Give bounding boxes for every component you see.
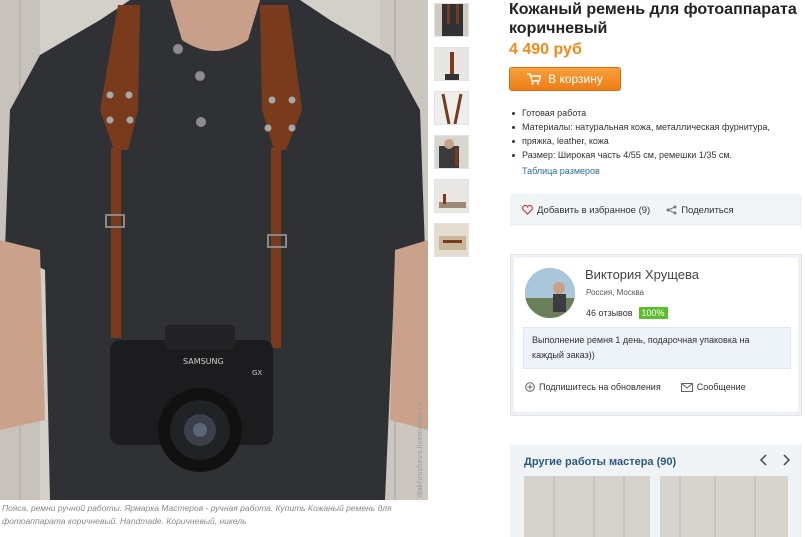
seller-location: Россия, Москва xyxy=(586,288,644,297)
chevron-left-icon[interactable] xyxy=(756,452,772,468)
share-label: Поделиться xyxy=(681,204,734,216)
seller-note: Выполнение ремня 1 день, подарочная упак… xyxy=(523,327,791,369)
product-info: Кожаный ремень для фотоаппарата коричнев… xyxy=(509,0,805,176)
product-price: 4 490 руб xyxy=(509,41,582,58)
thumbnail-6[interactable] xyxy=(434,223,469,257)
subscribe-button[interactable]: Подпишитесь на обновления xyxy=(525,382,661,392)
reviews-count[interactable]: 46 отзывов xyxy=(586,308,633,318)
message-label: Сообщение xyxy=(696,382,746,392)
favorites-label: Добавить в избранное (9) xyxy=(537,204,651,216)
seller-links: Подпишитесь на обновления Сообщение xyxy=(525,382,746,392)
thumbnail-4[interactable] xyxy=(434,135,469,169)
other-work-thumbnail-1[interactable] xyxy=(524,476,650,537)
camera-brand-text: SAMSUNG xyxy=(183,357,224,366)
rating-badge: 100% xyxy=(638,307,668,319)
chevron-right-icon[interactable] xyxy=(778,452,794,468)
share-icon xyxy=(666,205,677,215)
thumbnail-strip xyxy=(434,3,470,267)
product-title: Кожаный ремень для фотоаппарата коричнев… xyxy=(509,0,805,38)
thumbnail-2[interactable] xyxy=(434,47,469,81)
cart-icon xyxy=(527,73,542,85)
feature-item: Материалы: натуральная кожа, металлическ… xyxy=(509,120,805,134)
caption-line-2: фотоаппарата коричневый. Handmade. Корич… xyxy=(2,516,247,526)
add-to-cart-label: В корзину xyxy=(548,72,603,86)
add-to-cart-button[interactable]: В корзину xyxy=(509,67,621,91)
product-actions-bar: Добавить в избранное (9) Поделиться xyxy=(510,194,802,226)
thumbnail-3[interactable] xyxy=(434,91,469,125)
caption-line-1: Пояса, ремни ручной работы. Ярмарка Маст… xyxy=(2,503,392,513)
feature-item: Размер: Широкая часть 4/55 см, ремешки 1… xyxy=(509,148,805,162)
size-table-link[interactable]: Таблица размеров xyxy=(522,166,805,176)
seller-note-line-2: каждый заказ)) xyxy=(532,350,595,360)
seller-note-line-1: Выполнение ремня 1 день, подарочная упак… xyxy=(532,335,750,345)
plus-circle-icon xyxy=(525,382,535,392)
seller-avatar[interactable] xyxy=(525,268,575,318)
heart-icon xyxy=(522,205,533,215)
camera-model-text: GX xyxy=(252,369,262,377)
other-works-panel: Другие работы мастера (90) xyxy=(510,444,802,537)
thumbnail-1[interactable] xyxy=(434,3,469,37)
other-work-thumbnail-2[interactable] xyxy=(660,476,788,537)
photo-caption: Пояса, ремни ручной работы. Ярмарка Маст… xyxy=(2,502,422,528)
seller-card-inner: Виктория Хрущева Россия, Москва 46 отзыв… xyxy=(514,258,798,412)
seller-reviews: 46 отзывов 100% xyxy=(586,307,668,319)
other-works-title[interactable]: Другие работы мастера (90) xyxy=(524,456,676,468)
add-to-favorites-button[interactable]: Добавить в избранное (9) xyxy=(522,205,650,216)
share-button[interactable]: Поделиться xyxy=(666,204,734,216)
feature-item: Готовая работа xyxy=(509,106,805,120)
thumbnail-5[interactable] xyxy=(434,179,469,213)
main-product-photo[interactable]: SAMSUNG GX Wakhrusheva.livemaster.ru xyxy=(0,0,428,500)
seller-name[interactable]: Виктория Хрущева xyxy=(585,267,699,282)
watermark-text: Wakhrusheva.livemaster.ru xyxy=(416,402,424,498)
product-title-line-2: коричневый xyxy=(509,20,608,37)
message-button[interactable]: Сообщение xyxy=(680,382,746,392)
seller-card: Виктория Хрущева Россия, Москва 46 отзыв… xyxy=(510,254,802,416)
product-page: SAMSUNG GX Wakhrusheva.livemaster.ru Поя… xyxy=(0,0,805,537)
envelope-icon xyxy=(680,382,693,392)
feature-item-continued: пряжка, leather, кожа xyxy=(509,134,805,148)
subscribe-label: Подпишитесь на обновления xyxy=(539,382,661,392)
product-title-line-1: Кожаный ремень для фотоаппарата xyxy=(509,1,797,18)
feature-list: Готовая работа Материалы: натуральная ко… xyxy=(509,106,805,162)
